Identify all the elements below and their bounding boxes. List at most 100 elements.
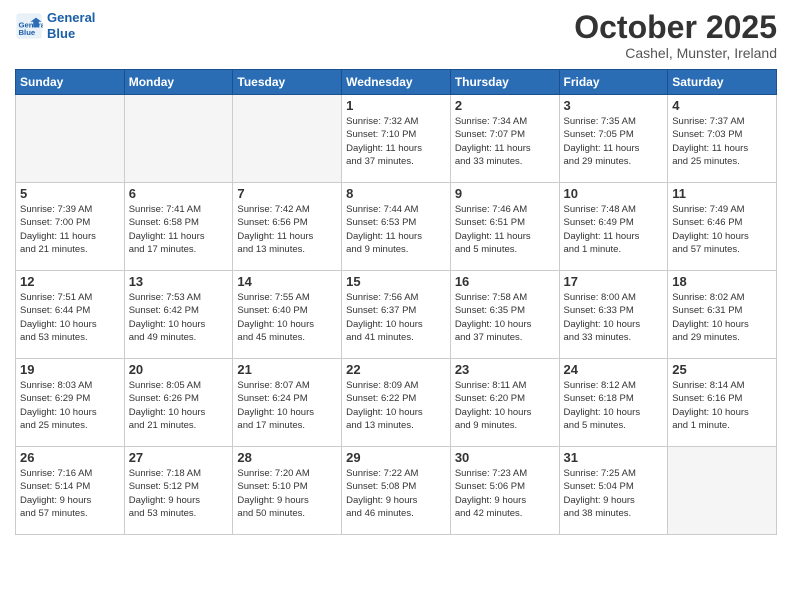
calendar-week-5: 26Sunrise: 7:16 AM Sunset: 5:14 PM Dayli…	[16, 447, 777, 535]
calendar-cell	[668, 447, 777, 535]
calendar-cell: 18Sunrise: 8:02 AM Sunset: 6:31 PM Dayli…	[668, 271, 777, 359]
day-info: Sunrise: 7:32 AM Sunset: 7:10 PM Dayligh…	[346, 115, 446, 168]
weekday-header-monday: Monday	[124, 70, 233, 95]
day-number: 22	[346, 362, 446, 377]
day-number: 27	[129, 450, 229, 465]
day-number: 5	[20, 186, 120, 201]
calendar-cell: 17 Sunrise: 8:00 AM Sunset: 6:33 PM Dayli…	[559, 271, 668, 359]
day-info: Sunrise: 7:41 AM Sunset: 6:58 PM Dayligh…	[129, 203, 229, 256]
day-number: 24	[564, 362, 664, 377]
calendar-cell: 19Sunrise: 8:03 AM Sunset: 6:29 PM Dayli…	[16, 359, 125, 447]
day-info: Sunrise: 7:58 AM Sunset: 6:35 PM Dayligh…	[455, 291, 555, 344]
calendar-cell: 5 Sunrise: 7:39 AM Sunset: 7:00 PM Daylig…	[16, 183, 125, 271]
logo-line1: General	[47, 10, 95, 25]
day-number: 30	[455, 450, 555, 465]
day-info: Sunrise: 7:55 AM Sunset: 6:40 PM Dayligh…	[237, 291, 337, 344]
calendar-cell: 24 Sunrise: 8:12 AM Sunset: 6:18 PM Dayli…	[559, 359, 668, 447]
weekday-header-saturday: Saturday	[668, 70, 777, 95]
day-info: Sunrise: 8:03 AM Sunset: 6:29 PM Dayligh…	[20, 379, 120, 432]
calendar-cell	[16, 95, 125, 183]
weekday-header-tuesday: Tuesday	[233, 70, 342, 95]
day-number: 25	[672, 362, 772, 377]
calendar-table: SundayMondayTuesdayWednesdayThursdayFrid…	[15, 69, 777, 535]
day-number: 28	[237, 450, 337, 465]
day-info: Sunrise: 8:02 AM Sunset: 6:31 PM Dayligh…	[672, 291, 772, 344]
day-number: 13	[129, 274, 229, 289]
logo: General Blue General Blue	[15, 10, 95, 41]
day-number: 6	[129, 186, 229, 201]
day-info: Sunrise: 7:42 AM Sunset: 6:56 PM Dayligh…	[237, 203, 337, 256]
weekday-header-sunday: Sunday	[16, 70, 125, 95]
calendar-cell: 14 Sunrise: 7:55 AM Sunset: 6:40 PM Dayli…	[233, 271, 342, 359]
day-number: 4	[672, 98, 772, 113]
day-number: 2	[455, 98, 555, 113]
day-info: Sunrise: 7:49 AM Sunset: 6:46 PM Dayligh…	[672, 203, 772, 256]
month-title: October 2025	[574, 10, 777, 45]
day-info: Sunrise: 7:16 AM Sunset: 5:14 PM Dayligh…	[20, 467, 120, 520]
header: General Blue General Blue October 2025 C…	[15, 10, 777, 61]
day-info: Sunrise: 8:12 AM Sunset: 6:18 PM Dayligh…	[564, 379, 664, 432]
logo-icon: General Blue	[15, 12, 43, 40]
calendar-cell: 6 Sunrise: 7:41 AM Sunset: 6:58 PM Daylig…	[124, 183, 233, 271]
day-number: 16	[455, 274, 555, 289]
weekday-header-thursday: Thursday	[450, 70, 559, 95]
day-number: 12	[20, 274, 120, 289]
calendar-cell: 3Sunrise: 7:35 AM Sunset: 7:05 PM Daylig…	[559, 95, 668, 183]
weekday-header-row: SundayMondayTuesdayWednesdayThursdayFrid…	[16, 70, 777, 95]
calendar-cell: 21Sunrise: 8:07 AM Sunset: 6:24 PM Dayli…	[233, 359, 342, 447]
calendar-cell: 28 Sunrise: 7:20 AM Sunset: 5:10 PM Dayli…	[233, 447, 342, 535]
weekday-header-wednesday: Wednesday	[342, 70, 451, 95]
day-info: Sunrise: 7:44 AM Sunset: 6:53 PM Dayligh…	[346, 203, 446, 256]
calendar-cell	[124, 95, 233, 183]
calendar-cell: 4 Sunrise: 7:37 AM Sunset: 7:03 PM Daylig…	[668, 95, 777, 183]
page-container: General Blue General Blue October 2025 C…	[0, 0, 792, 540]
weekday-header-friday: Friday	[559, 70, 668, 95]
calendar-cell: 20 Sunrise: 8:05 AM Sunset: 6:26 PM Dayli…	[124, 359, 233, 447]
calendar-cell: 27 Sunrise: 7:18 AM Sunset: 5:12 PM Dayli…	[124, 447, 233, 535]
calendar-week-4: 19Sunrise: 8:03 AM Sunset: 6:29 PM Dayli…	[16, 359, 777, 447]
day-number: 7	[237, 186, 337, 201]
day-info: Sunrise: 7:39 AM Sunset: 7:00 PM Dayligh…	[20, 203, 120, 256]
calendar-cell: 30 Sunrise: 7:23 AM Sunset: 5:06 PM Dayli…	[450, 447, 559, 535]
calendar-cell: 26Sunrise: 7:16 AM Sunset: 5:14 PM Dayli…	[16, 447, 125, 535]
calendar-week-1: 1Sunrise: 7:32 AM Sunset: 7:10 PM Daylig…	[16, 95, 777, 183]
day-number: 21	[237, 362, 337, 377]
day-info: Sunrise: 8:09 AM Sunset: 6:22 PM Dayligh…	[346, 379, 446, 432]
day-info: Sunrise: 7:35 AM Sunset: 7:05 PM Dayligh…	[564, 115, 664, 168]
calendar-week-2: 5 Sunrise: 7:39 AM Sunset: 7:00 PM Daylig…	[16, 183, 777, 271]
day-info: Sunrise: 7:23 AM Sunset: 5:06 PM Dayligh…	[455, 467, 555, 520]
calendar-cell	[233, 95, 342, 183]
logo-text: General Blue	[47, 10, 95, 41]
day-info: Sunrise: 7:25 AM Sunset: 5:04 PM Dayligh…	[564, 467, 664, 520]
calendar-week-3: 12Sunrise: 7:51 AM Sunset: 6:44 PM Dayli…	[16, 271, 777, 359]
day-info: Sunrise: 8:00 AM Sunset: 6:33 PM Dayligh…	[564, 291, 664, 344]
day-info: Sunrise: 8:05 AM Sunset: 6:26 PM Dayligh…	[129, 379, 229, 432]
calendar-cell: 31Sunrise: 7:25 AM Sunset: 5:04 PM Dayli…	[559, 447, 668, 535]
day-info: Sunrise: 7:22 AM Sunset: 5:08 PM Dayligh…	[346, 467, 446, 520]
day-number: 20	[129, 362, 229, 377]
day-info: Sunrise: 8:11 AM Sunset: 6:20 PM Dayligh…	[455, 379, 555, 432]
day-number: 10	[564, 186, 664, 201]
calendar-cell: 9Sunrise: 7:46 AM Sunset: 6:51 PM Daylig…	[450, 183, 559, 271]
calendar-cell: 8 Sunrise: 7:44 AM Sunset: 6:53 PM Daylig…	[342, 183, 451, 271]
calendar-cell: 13 Sunrise: 7:53 AM Sunset: 6:42 PM Dayli…	[124, 271, 233, 359]
calendar-cell: 25 Sunrise: 8:14 AM Sunset: 6:16 PM Dayli…	[668, 359, 777, 447]
day-info: Sunrise: 7:18 AM Sunset: 5:12 PM Dayligh…	[129, 467, 229, 520]
day-info: Sunrise: 7:53 AM Sunset: 6:42 PM Dayligh…	[129, 291, 229, 344]
day-info: Sunrise: 8:14 AM Sunset: 6:16 PM Dayligh…	[672, 379, 772, 432]
svg-text:Blue: Blue	[19, 28, 36, 37]
calendar-cell: 1Sunrise: 7:32 AM Sunset: 7:10 PM Daylig…	[342, 95, 451, 183]
logo-line2: Blue	[47, 26, 75, 41]
day-number: 15	[346, 274, 446, 289]
day-info: Sunrise: 7:48 AM Sunset: 6:49 PM Dayligh…	[564, 203, 664, 256]
day-number: 14	[237, 274, 337, 289]
day-info: Sunrise: 7:34 AM Sunset: 7:07 PM Dayligh…	[455, 115, 555, 168]
day-number: 17	[564, 274, 664, 289]
calendar-cell: 10 Sunrise: 7:48 AM Sunset: 6:49 PM Dayli…	[559, 183, 668, 271]
day-number: 8	[346, 186, 446, 201]
calendar-cell: 16 Sunrise: 7:58 AM Sunset: 6:35 PM Dayli…	[450, 271, 559, 359]
day-info: Sunrise: 7:46 AM Sunset: 6:51 PM Dayligh…	[455, 203, 555, 256]
day-info: Sunrise: 7:20 AM Sunset: 5:10 PM Dayligh…	[237, 467, 337, 520]
calendar-cell: 22 Sunrise: 8:09 AM Sunset: 6:22 PM Dayli…	[342, 359, 451, 447]
day-info: Sunrise: 7:37 AM Sunset: 7:03 PM Dayligh…	[672, 115, 772, 168]
